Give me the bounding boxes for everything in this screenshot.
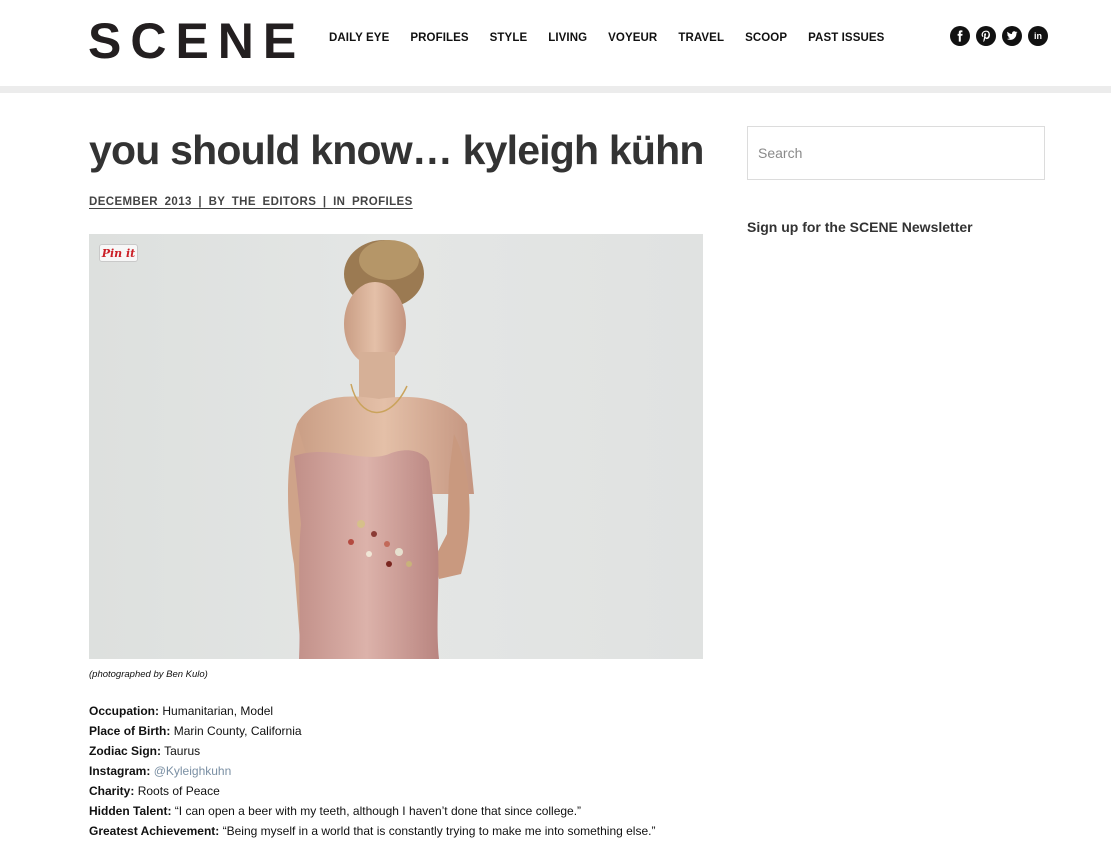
social-links: in: [950, 26, 1048, 46]
pin-it-button[interactable]: Pin it: [99, 244, 138, 262]
nav-scoop[interactable]: SCOOP: [745, 31, 787, 45]
twitter-icon[interactable]: [1002, 26, 1022, 46]
search-input[interactable]: [747, 126, 1045, 180]
article-title: you should know… kyleigh kühn: [89, 127, 704, 173]
main-nav: DAILY EYE PROFILES STYLE LIVING VOYEUR T…: [329, 31, 905, 45]
model-portrait-image: [288, 240, 474, 659]
nav-living[interactable]: LIVING: [548, 31, 587, 45]
fact-hidden-talent: Hidden Talent: “I can open a beer with m…: [89, 804, 582, 818]
fact-charity: Charity: Roots of Peace: [89, 784, 220, 798]
fact-zodiac: Zodiac Sign: Taurus: [89, 744, 201, 758]
nav-daily-eye[interactable]: DAILY EYE: [329, 31, 389, 45]
facebook-icon[interactable]: [950, 26, 970, 46]
site-header: SCENE DAILY EYE PROFILES STYLE LIVING VO…: [0, 0, 1111, 86]
nav-style[interactable]: STYLE: [490, 31, 528, 45]
article-meta[interactable]: DECEMBER 2013 | BY THE EDITORS | IN PROF…: [89, 196, 413, 208]
fact-instagram: Instagram: @Kyleighkuhn: [89, 764, 232, 778]
newsletter-heading: Sign up for the SCENE Newsletter: [747, 219, 973, 235]
header-divider: [0, 86, 1111, 93]
nav-profiles[interactable]: PROFILES: [410, 31, 468, 45]
linkedin-icon[interactable]: in: [1028, 26, 1048, 46]
pinterest-icon[interactable]: [976, 26, 996, 46]
nav-voyeur[interactable]: VOYEUR: [608, 31, 657, 45]
site-logo[interactable]: SCENE: [88, 14, 305, 68]
article-photo: Pin it: [89, 234, 703, 659]
fact-occupation: Occupation: Humanitarian, Model: [89, 704, 274, 718]
fact-greatest-achievement: Greatest Achievement: “Being myself in a…: [89, 824, 656, 838]
nav-past-issues[interactable]: PAST ISSUES: [808, 31, 884, 45]
fact-place-of-birth: Place of Birth: Marin County, California: [89, 724, 302, 738]
photo-caption: (photographed by Ben Kulo): [89, 669, 208, 680]
nav-travel[interactable]: TRAVEL: [678, 31, 724, 45]
instagram-link[interactable]: @Kyleighkuhn: [154, 764, 232, 778]
profile-facts: Occupation: Humanitarian, Model Place of…: [89, 701, 655, 841]
